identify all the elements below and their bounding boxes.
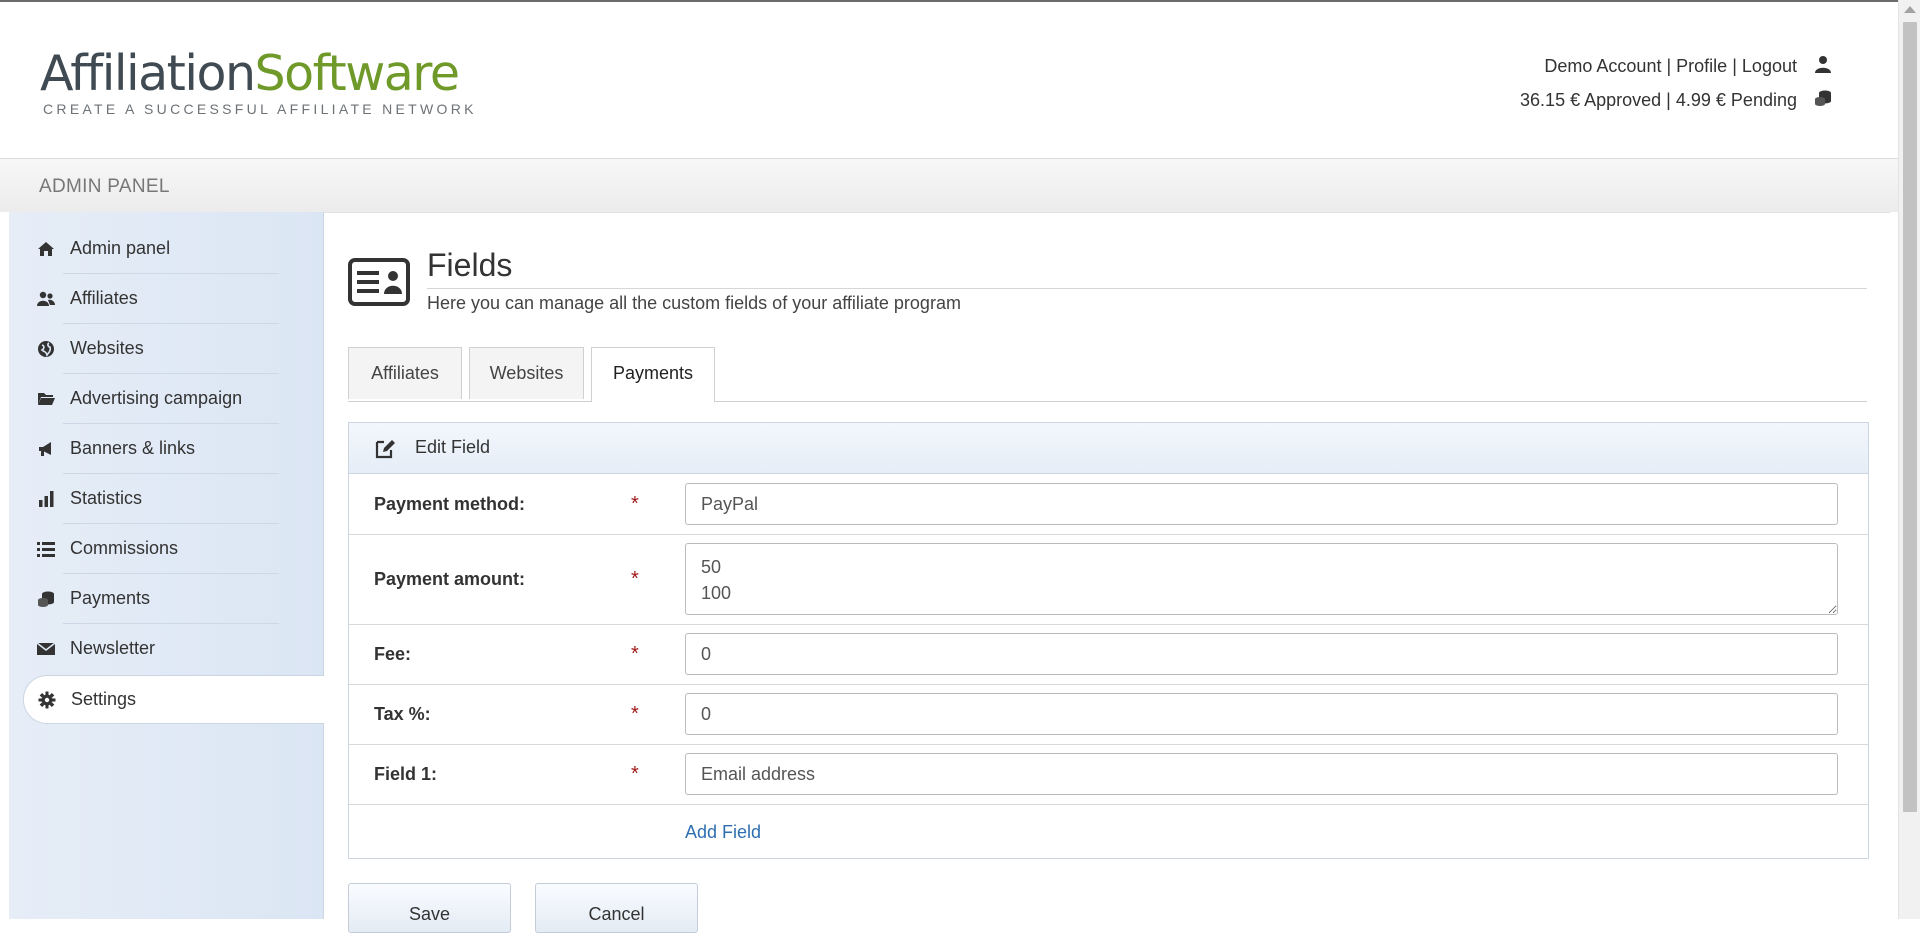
pending-balance: 4.99 € Pending bbox=[1675, 89, 1797, 110]
field-label: Tax %: bbox=[374, 704, 431, 724]
sidebar-item-label: Payments bbox=[70, 588, 151, 608]
sidebar-item-label: Advertising campaign bbox=[70, 388, 243, 408]
page-subtitle: Here you can manage all the custom field… bbox=[427, 293, 961, 313]
tab-websites[interactable]: Websites bbox=[469, 347, 584, 399]
separator: | bbox=[1666, 89, 1671, 110]
account-area: Demo Account | Profile | Logout 36.15 € … bbox=[1520, 50, 1832, 118]
sidebar-item-label: Websites bbox=[70, 338, 144, 358]
field-label: Payment method: bbox=[374, 494, 526, 514]
sidebar-item-settings[interactable]: Settings bbox=[23, 675, 324, 724]
vertical-scrollbar[interactable] bbox=[1898, 0, 1920, 919]
required-marker: * bbox=[631, 763, 639, 785]
add-field-link[interactable]: Add Field bbox=[685, 822, 761, 843]
page-title: Fields bbox=[427, 247, 513, 283]
panel-header: Edit Field bbox=[349, 423, 1868, 474]
sidebar-item-label: Admin panel bbox=[70, 238, 171, 258]
required-marker: * bbox=[631, 568, 639, 590]
sidebar-item-admin-panel[interactable]: Admin panel bbox=[23, 225, 309, 274]
folder-icon bbox=[37, 390, 55, 408]
users-icon bbox=[37, 290, 55, 308]
home-icon bbox=[37, 240, 55, 258]
edit-icon bbox=[374, 438, 396, 460]
coins-icon bbox=[37, 590, 55, 608]
divider bbox=[63, 323, 279, 324]
id-card-icon bbox=[348, 258, 410, 306]
form-row-tax: Tax %: * bbox=[349, 685, 1868, 745]
list-icon bbox=[37, 540, 55, 558]
admin-panel-title: ADMIN PANEL bbox=[39, 176, 170, 197]
edit-field-panel: Edit Field Payment method: * Payment amo… bbox=[348, 422, 1869, 859]
scroll-thumb[interactable] bbox=[1903, 22, 1917, 812]
save-button[interactable]: Save bbox=[348, 883, 511, 933]
gear-icon bbox=[38, 691, 56, 709]
sidebar: Admin panel Affiliates Websites Advertis… bbox=[9, 212, 324, 919]
tab-affiliates[interactable]: Affiliates bbox=[348, 347, 462, 399]
tab-bar: Affiliates Websites Payments bbox=[348, 346, 1867, 402]
required-marker: * bbox=[631, 493, 639, 515]
form-row-field-1: Field 1: * bbox=[349, 745, 1868, 805]
logo-tagline: CREATE A SUCCESSFUL AFFILIATE NETWORK bbox=[43, 101, 477, 117]
scroll-up-arrow-icon[interactable] bbox=[1904, 6, 1916, 13]
divider bbox=[63, 573, 279, 574]
account-links: Demo Account | Profile | Logout bbox=[1520, 50, 1832, 84]
header: AffiliationSoftware CREATE A SUCCESSFUL … bbox=[0, 2, 1898, 158]
divider bbox=[63, 373, 279, 374]
logo[interactable]: AffiliationSoftware CREATE A SUCCESSFUL … bbox=[40, 45, 473, 126]
bar-chart-icon bbox=[37, 490, 55, 508]
divider bbox=[63, 523, 279, 524]
divider bbox=[63, 473, 279, 474]
sidebar-item-commissions[interactable]: Commissions bbox=[23, 525, 309, 574]
cancel-button[interactable]: Cancel bbox=[535, 883, 698, 933]
user-icon bbox=[1812, 51, 1832, 84]
form-row-payment-method: Payment method: * bbox=[349, 474, 1868, 535]
coins-icon bbox=[1812, 85, 1832, 118]
form-row-payment-amount: Payment amount: * 50 100 bbox=[349, 535, 1868, 625]
sidebar-item-websites[interactable]: Websites bbox=[23, 325, 309, 374]
admin-panel-bar: ADMIN PANEL bbox=[0, 158, 1898, 212]
sidebar-item-label: Statistics bbox=[70, 488, 143, 508]
separator: | bbox=[1666, 56, 1672, 76]
sidebar-item-banners-links[interactable]: Banners & links bbox=[23, 425, 309, 474]
field-label: Payment amount: bbox=[374, 569, 526, 589]
profile-link[interactable]: Profile bbox=[1676, 56, 1727, 76]
sidebar-item-statistics[interactable]: Statistics bbox=[23, 475, 309, 524]
form-row-fee: Fee: * bbox=[349, 625, 1868, 685]
demo-account-link[interactable]: Demo Account bbox=[1544, 56, 1661, 76]
required-marker: * bbox=[631, 703, 639, 725]
logout-link[interactable]: Logout bbox=[1742, 56, 1797, 76]
main-content: Fields Here you can manage all the custo… bbox=[324, 212, 1890, 933]
divider bbox=[63, 423, 279, 424]
envelope-icon bbox=[36, 640, 56, 658]
divider bbox=[427, 288, 1867, 289]
sidebar-item-newsletter[interactable]: Newsletter bbox=[23, 625, 309, 674]
field-label: Fee: bbox=[374, 644, 412, 664]
sidebar-item-advertising-campaign[interactable]: Advertising campaign bbox=[23, 375, 309, 424]
sidebar-item-label: Settings bbox=[71, 689, 137, 709]
payment-amount-textarea[interactable]: 50 100 bbox=[685, 543, 1838, 615]
logo-part2: Software bbox=[254, 45, 461, 102]
separator: | bbox=[1732, 56, 1737, 76]
logo-wordmark: AffiliationSoftware bbox=[40, 45, 461, 102]
sidebar-item-label: Commissions bbox=[70, 538, 179, 558]
sidebar-item-label: Banners & links bbox=[70, 438, 196, 458]
sidebar-item-payments[interactable]: Payments bbox=[23, 575, 309, 624]
sidebar-item-label: Affiliates bbox=[70, 288, 138, 308]
sidebar-item-label: Newsletter bbox=[70, 638, 156, 658]
payment-method-input[interactable] bbox=[685, 483, 1838, 525]
globe-icon bbox=[37, 340, 55, 358]
divider bbox=[63, 623, 279, 624]
approved-balance: 36.15 € Approved bbox=[1520, 89, 1662, 110]
required-marker: * bbox=[631, 643, 639, 665]
tax-input[interactable] bbox=[685, 693, 1838, 735]
tab-payments[interactable]: Payments bbox=[591, 347, 715, 402]
field-1-input[interactable] bbox=[685, 753, 1838, 795]
field-label: Field 1: bbox=[374, 764, 438, 784]
panel-title: Edit Field bbox=[415, 437, 491, 457]
megaphone-icon bbox=[37, 440, 55, 458]
divider bbox=[63, 273, 279, 274]
fee-input[interactable] bbox=[685, 633, 1838, 675]
balance-info: 36.15 € Approved | 4.99 € Pending bbox=[1520, 84, 1832, 118]
logo-part1: Affiliation bbox=[40, 45, 256, 102]
sidebar-item-affiliates[interactable]: Affiliates bbox=[23, 275, 309, 324]
